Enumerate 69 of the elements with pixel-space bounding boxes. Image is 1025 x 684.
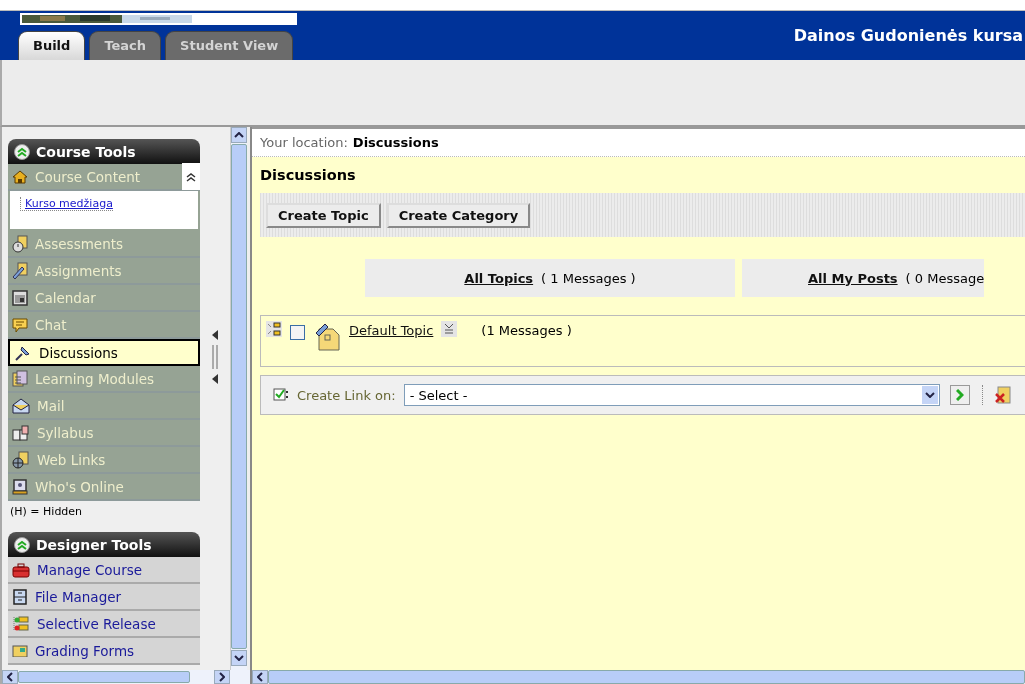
- dropdown-menu-icon: [441, 321, 458, 337]
- envelope-icon: [12, 397, 30, 414]
- message-count: ( 1 Messages ): [541, 270, 636, 286]
- section-header[interactable]: Course Tools: [8, 139, 200, 164]
- scroll-down-button[interactable]: [231, 650, 247, 666]
- sidebar-item[interactable]: Discussions: [8, 339, 200, 366]
- toolbox-icon: [12, 561, 30, 578]
- scrollbar-thumb[interactable]: [18, 671, 190, 683]
- filter-link[interactable]: All My Posts: [808, 270, 898, 286]
- speech-bubble-icon: [12, 316, 28, 333]
- location-value: Discussions: [352, 135, 439, 150]
- delete-icon: [994, 386, 1011, 404]
- splitter-grip-icon: [212, 345, 218, 369]
- scrollbar-thumb[interactable]: [231, 144, 247, 649]
- caret-left-icon: [257, 672, 263, 682]
- caret-up-icon: [234, 132, 244, 138]
- caret-down-icon: [234, 655, 244, 661]
- sidebar-item[interactable]: Manage Course: [8, 557, 200, 584]
- toolbar-button[interactable]: Create Topic: [266, 202, 381, 228]
- location-label: Your location:: [260, 135, 348, 150]
- tab[interactable]: Teach: [89, 31, 162, 60]
- collapse-left-icon: [211, 373, 219, 385]
- caret-down-icon: [924, 392, 935, 398]
- scrollbar-thumb[interactable]: [268, 670, 1025, 684]
- scroll-right-button[interactable]: [214, 670, 230, 684]
- caret-right-icon: [219, 672, 225, 682]
- collapse-icon: [14, 143, 30, 160]
- message-count: (1 Messages ): [481, 323, 572, 338]
- caret-left-icon: [7, 672, 13, 682]
- scroll-up-button[interactable]: [231, 127, 247, 143]
- pushpin-document-icon: [313, 321, 341, 351]
- course-title: Dainos Gudonienės kursa: [793, 26, 1024, 45]
- checkbox-checked-icon: [273, 388, 289, 402]
- sidebar-item[interactable]: File Manager: [8, 584, 200, 611]
- flowchart-icon: [12, 614, 30, 633]
- collapse-left-icon: [211, 329, 219, 341]
- house-icon: [12, 168, 28, 185]
- page-heading: Discussions: [260, 167, 357, 183]
- scroll-left-button[interactable]: [252, 670, 268, 684]
- cabinet-icon: [12, 588, 28, 605]
- tab[interactable]: Student View: [165, 31, 294, 60]
- collapse-icon: [14, 536, 30, 553]
- ruler-document-icon: [12, 261, 28, 280]
- stopwatch-document-icon: [12, 234, 28, 253]
- tab[interactable]: Build: [18, 31, 86, 60]
- monitor-icon: [12, 478, 28, 495]
- scroll-left-button[interactable]: [2, 670, 18, 684]
- filter-link[interactable]: All Topics: [464, 270, 534, 286]
- section-title: Designer Tools: [36, 536, 152, 553]
- section-title: Course Tools: [36, 143, 136, 160]
- legend-text: (H) = Hidden: [9, 504, 84, 520]
- chevron-right-icon: [955, 389, 964, 401]
- go-button[interactable]: [949, 385, 970, 405]
- book-icon: [12, 424, 30, 441]
- globe-document-icon: [12, 450, 30, 469]
- sidebar-item[interactable]: Selective Release: [8, 611, 200, 638]
- select-dropdown[interactable]: - Select -: [403, 384, 940, 406]
- message-count: ( 0 Message: [905, 270, 985, 286]
- section-header[interactable]: Designer Tools: [8, 532, 200, 557]
- expand-collapse-icon: [266, 321, 282, 337]
- toolbar-button[interactable]: Create Category: [386, 202, 531, 228]
- sidebar-item[interactable]: Grading Forms: [8, 638, 200, 665]
- sub-item-link[interactable]: Kurso medžiaga: [20, 197, 113, 211]
- documents-icon: [12, 369, 28, 388]
- collapse-icon: [186, 171, 196, 182]
- calendar-icon: [12, 289, 28, 306]
- topic-link[interactable]: Default Topic: [349, 323, 434, 338]
- create-link-label: Create Link on:: [297, 387, 396, 403]
- checkbox[interactable]: [290, 325, 305, 340]
